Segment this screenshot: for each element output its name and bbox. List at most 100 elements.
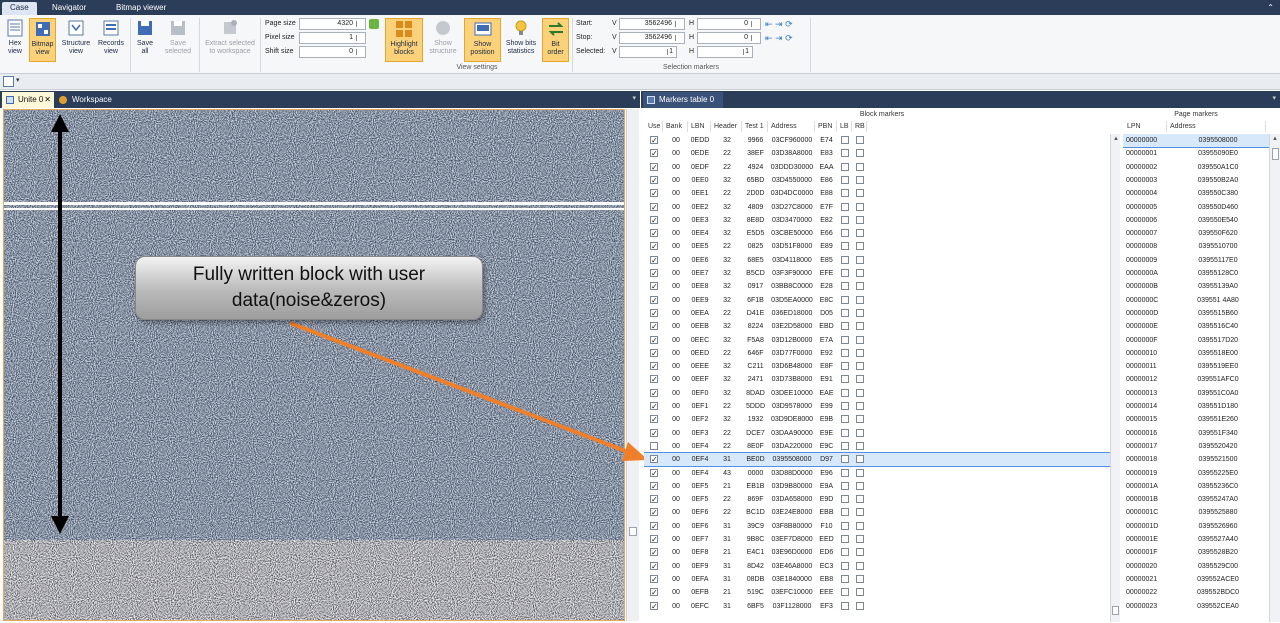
- table-row[interactable]: 00 0EF3 22 DCE7 03DAA90000 E9E: [644, 427, 1120, 440]
- lb-checkbox[interactable]: [841, 441, 849, 450]
- rb-checkbox[interactable]: [856, 269, 864, 277]
- table-row[interactable]: 00 0EDD 32 9966 03CF960000 E74: [644, 134, 1120, 147]
- table-row[interactable]: 00 0EFC 31 6BF5 03F1128000 EF3: [644, 600, 1120, 613]
- rb-checkbox[interactable]: [856, 588, 864, 597]
- list-item[interactable]: 00000005 039550D460: [1123, 201, 1269, 214]
- stop-h-input[interactable]: 0: [697, 32, 761, 44]
- list-item[interactable]: 00000002 039550A1C0: [1123, 161, 1269, 174]
- rb-checkbox[interactable]: [856, 388, 864, 397]
- table-row[interactable]: 00 0EE0 32 65BD 03D4550000 E86: [644, 174, 1120, 187]
- rb-checkbox[interactable]: [856, 601, 864, 610]
- scroll-thumb[interactable]: [1272, 148, 1279, 160]
- lb-checkbox[interactable]: [841, 495, 849, 504]
- table-row[interactable]: 00 0EF1 22 5DDD 03D9578000 E99: [644, 400, 1120, 413]
- rb-checkbox[interactable]: [856, 441, 864, 450]
- use-checkbox[interactable]: [650, 320, 658, 333]
- use-checkbox[interactable]: [650, 427, 658, 440]
- list-item[interactable]: 0000001A 03955236C0: [1123, 480, 1269, 493]
- save-all-button[interactable]: Save all: [134, 18, 156, 62]
- lb-checkbox[interactable]: [841, 521, 849, 530]
- lb-checkbox[interactable]: [841, 574, 849, 583]
- bit-order-button[interactable]: Bit order: [542, 18, 569, 62]
- lb-checkbox[interactable]: [841, 415, 849, 424]
- table-row[interactable]: 00 0EEA 22 D41E 036ED18000 D05: [644, 307, 1120, 320]
- list-item[interactable]: 00000006 039550E540: [1123, 214, 1269, 227]
- table-row[interactable]: 00 0EF4 43 0000 03D88D0000 E96: [644, 467, 1120, 480]
- table-row[interactable]: 00 0EE5 22 0825 03D51F8000 E89: [644, 240, 1120, 253]
- rb-checkbox[interactable]: [856, 162, 864, 171]
- use-checkbox[interactable]: [650, 573, 658, 586]
- lb-checkbox[interactable]: [841, 162, 849, 171]
- lb-checkbox[interactable]: [841, 282, 849, 291]
- use-checkbox[interactable]: [650, 307, 658, 320]
- list-item[interactable]: 00000001 03955090E0: [1123, 147, 1269, 160]
- col-use[interactable]: Use: [646, 121, 663, 132]
- rb-checkbox[interactable]: [856, 215, 864, 224]
- rb-checkbox[interactable]: [856, 229, 864, 238]
- start-h-input[interactable]: 0: [697, 18, 761, 30]
- use-checkbox[interactable]: [650, 214, 658, 227]
- use-checkbox[interactable]: [650, 334, 658, 347]
- rb-checkbox[interactable]: [856, 508, 864, 517]
- list-item[interactable]: 00000016 039551F340: [1123, 427, 1269, 440]
- use-checkbox[interactable]: [650, 560, 658, 573]
- lb-checkbox[interactable]: [841, 561, 849, 570]
- tab-menu-icon[interactable]: ▾: [1272, 94, 1276, 102]
- use-checkbox[interactable]: [650, 453, 658, 466]
- lb-checkbox[interactable]: [841, 601, 849, 610]
- lb-checkbox[interactable]: [841, 269, 849, 277]
- use-checkbox[interactable]: [650, 600, 658, 613]
- table-row[interactable]: 00 0EF5 22 869F 03DA658000 E9D: [644, 493, 1120, 506]
- rb-checkbox[interactable]: [856, 149, 864, 158]
- lb-checkbox[interactable]: [841, 255, 849, 264]
- rb-checkbox[interactable]: [856, 322, 864, 331]
- start-nav-icons[interactable]: ⇤ ⇥ ⟳: [765, 19, 805, 29]
- use-checkbox[interactable]: [650, 413, 658, 426]
- use-checkbox[interactable]: [650, 134, 658, 147]
- rb-checkbox[interactable]: [856, 495, 864, 504]
- list-item[interactable]: 00000023 039552CEA0: [1123, 600, 1269, 613]
- lb-checkbox[interactable]: [841, 402, 849, 410]
- list-item[interactable]: 00000018 0395521500: [1123, 453, 1269, 466]
- table-row[interactable]: 00 0EF4 31 BE0D 0395508000 D97: [644, 452, 1120, 468]
- rb-checkbox[interactable]: [856, 415, 864, 424]
- highlight-blocks-button[interactable]: Highlight blocks: [385, 18, 423, 62]
- lb-checkbox[interactable]: [841, 535, 849, 543]
- rb-checkbox[interactable]: [856, 175, 864, 184]
- col-lpn[interactable]: LPN: [1125, 121, 1167, 132]
- col-pbn[interactable]: PBN: [816, 121, 837, 132]
- lb-checkbox[interactable]: [841, 388, 849, 397]
- rb-checkbox[interactable]: [856, 548, 864, 557]
- list-item[interactable]: 00000009 03955117E0: [1123, 254, 1269, 267]
- list-item[interactable]: 0000000A 03955128C0: [1123, 267, 1269, 280]
- table-row[interactable]: 00 0EF0 32 8DAD 03DEE10000 EAE: [644, 387, 1120, 400]
- lb-checkbox[interactable]: [841, 468, 849, 477]
- use-checkbox[interactable]: [650, 480, 658, 493]
- show-structure-button[interactable]: Show structure: [426, 18, 460, 62]
- list-item[interactable]: 00000003 039550B2A0: [1123, 174, 1269, 187]
- use-checkbox[interactable]: [650, 187, 658, 200]
- rb-checkbox[interactable]: [856, 308, 864, 317]
- lb-checkbox[interactable]: [841, 242, 849, 251]
- table-row[interactable]: 00 0EEE 32 C211 03D6B48000 E8F: [644, 360, 1120, 373]
- use-checkbox[interactable]: [650, 360, 658, 373]
- list-item[interactable]: 00000008 0395510700: [1123, 240, 1269, 253]
- col-page-address[interactable]: Address: [1168, 121, 1266, 132]
- table-row[interactable]: 00 0EE9 32 6F1B 03D5EA0000 E8C: [644, 294, 1120, 307]
- use-checkbox[interactable]: [650, 441, 658, 450]
- rb-checkbox[interactable]: [856, 242, 864, 251]
- use-checkbox[interactable]: [650, 467, 658, 480]
- table-row[interactable]: 00 0EEB 32 8224 03E2D58000 EBD: [644, 320, 1120, 333]
- use-checkbox[interactable]: [650, 387, 658, 400]
- use-checkbox[interactable]: [650, 400, 658, 413]
- use-checkbox[interactable]: [650, 520, 658, 533]
- rb-checkbox[interactable]: [856, 521, 864, 530]
- tab-markers-table-0[interactable]: Markers table 0: [643, 92, 723, 108]
- col-test1[interactable]: Test 1: [743, 121, 768, 132]
- list-item[interactable]: 0000000E 0395516C40: [1123, 320, 1269, 333]
- collapse-ribbon-icon[interactable]: ⌃: [1267, 3, 1274, 12]
- use-checkbox[interactable]: [650, 240, 658, 253]
- pixel-size-input[interactable]: 1: [299, 32, 366, 44]
- stop-nav-icons[interactable]: ⇤ ⇥ ⟳: [765, 33, 805, 43]
- rb-checkbox[interactable]: [856, 202, 864, 211]
